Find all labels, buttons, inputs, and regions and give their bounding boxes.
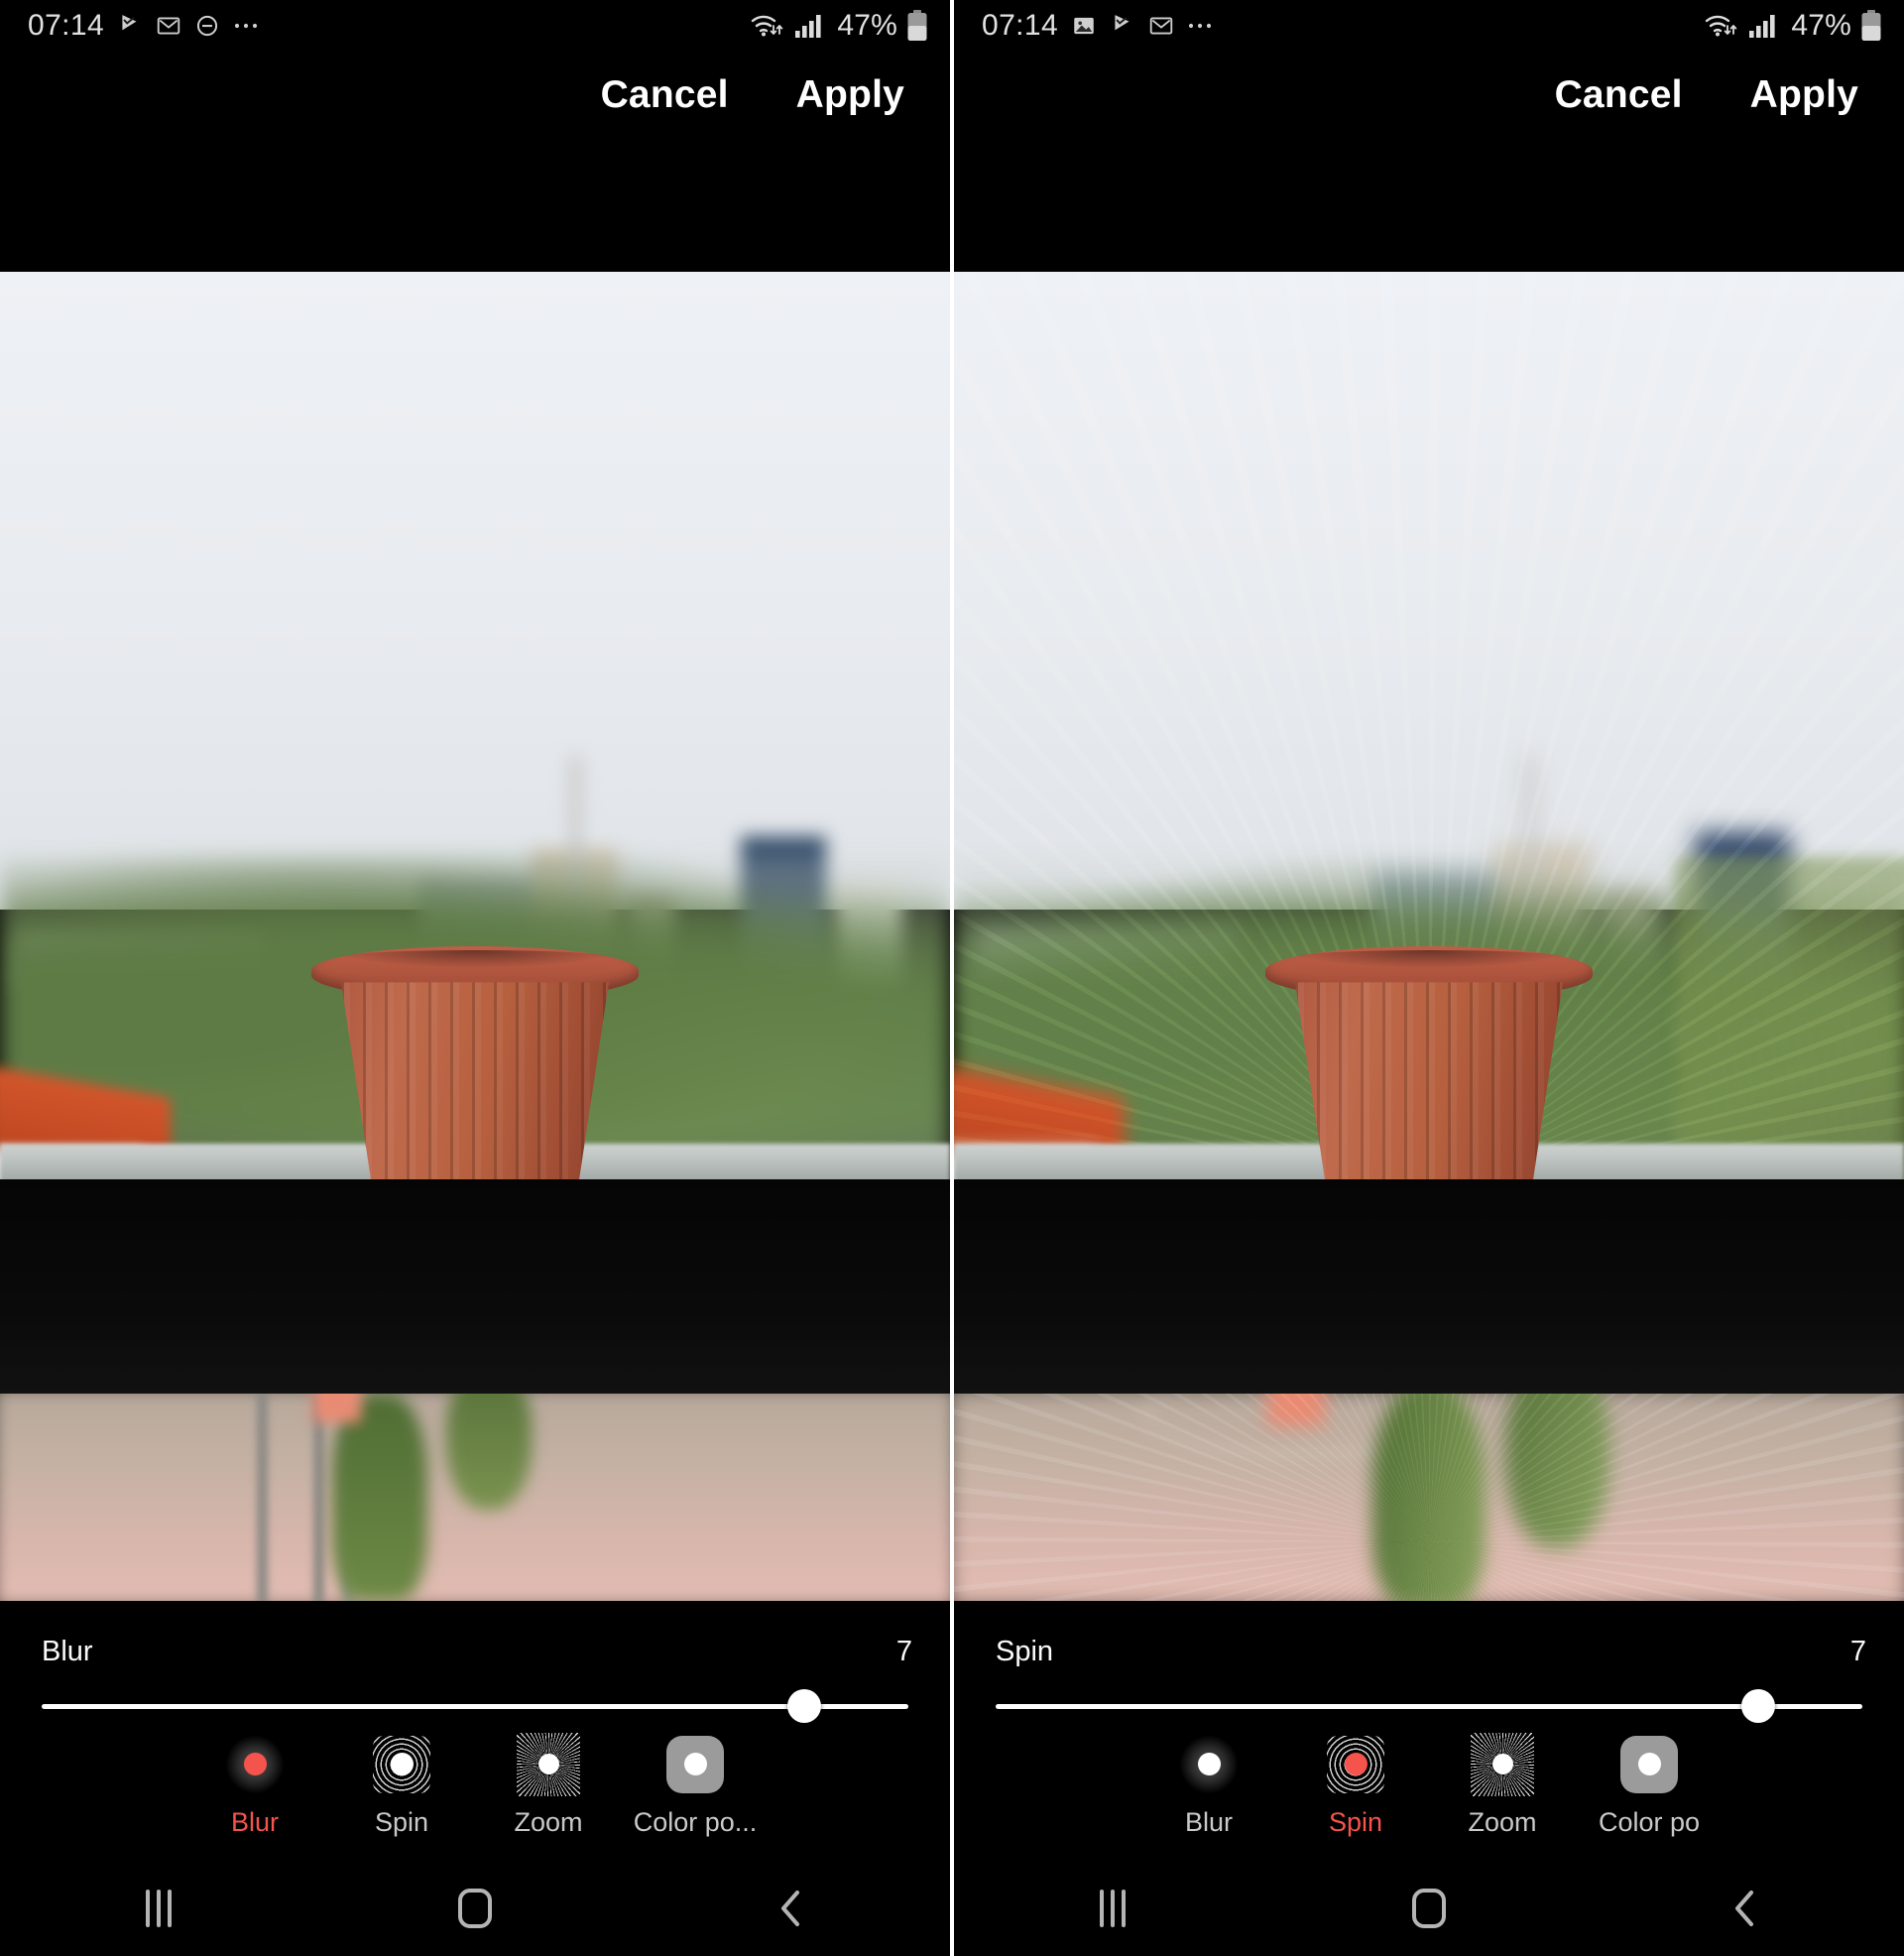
home-icon[interactable] — [316, 1861, 633, 1956]
photo-pot-body — [341, 982, 609, 1196]
zoom-icon — [1471, 1732, 1534, 1796]
photo-dark-rail — [954, 1179, 1904, 1396]
battery-icon — [1860, 10, 1882, 42]
tool-zoom-label: Zoom — [1468, 1806, 1537, 1837]
tool-spin[interactable]: Spin — [1282, 1735, 1429, 1838]
slider-value: 7 — [895, 1636, 912, 1667]
color-point-icon — [1620, 1735, 1678, 1793]
image-saved-icon — [1071, 13, 1097, 39]
tool-zoom[interactable]: Zoom — [475, 1732, 622, 1838]
effect-tool-strip: Blur Spin Zoom Color po... — [0, 1712, 950, 1861]
apply-button[interactable]: Apply — [792, 67, 908, 123]
tool-zoom[interactable]: Zoom — [1429, 1732, 1576, 1838]
blur-icon — [226, 1735, 284, 1793]
system-nav-bar — [954, 1861, 1904, 1956]
photo-flowerpot — [311, 946, 639, 1196]
phone-screen-left: 07:14 47% Cancel Apply Blur 7 Blur Spin … — [0, 0, 950, 1956]
slider-label: Blur — [42, 1636, 93, 1667]
slider-label: Spin — [996, 1636, 1054, 1667]
blur-icon — [1180, 1735, 1238, 1793]
home-icon[interactable] — [1270, 1861, 1587, 1956]
flag-check-icon — [117, 13, 143, 39]
wifi-transfer-icon — [1704, 11, 1739, 41]
status-bar-left: 07:14 — [982, 9, 1217, 43]
cancel-button[interactable]: Cancel — [597, 67, 733, 123]
tool-blur[interactable]: Blur — [181, 1735, 328, 1838]
status-bar: 07:14 47% — [954, 0, 1904, 52]
photo-canvas — [0, 272, 950, 1601]
status-bar-right: 47% — [750, 9, 928, 43]
tool-blur[interactable]: Blur — [1135, 1735, 1282, 1838]
cellular-signal-icon — [794, 13, 824, 39]
spin-icon — [1327, 1735, 1384, 1793]
battery-icon — [906, 10, 928, 42]
status-bar-right: 47% — [1704, 9, 1882, 43]
apply-button[interactable]: Apply — [1746, 67, 1862, 123]
status-clock: 07:14 — [982, 9, 1059, 42]
photo-dark-rail — [0, 1179, 950, 1396]
photo-preview[interactable] — [0, 272, 950, 1601]
slider-track-wrap[interactable] — [996, 1689, 1862, 1723]
battery-percent-label: 47% — [1791, 9, 1851, 42]
zoom-icon — [517, 1732, 580, 1796]
photo-pot-body — [1295, 982, 1563, 1196]
effect-slider[interactable]: Blur 7 — [0, 1636, 950, 1723]
photo-lower-ground — [0, 1393, 950, 1601]
tool-spin-label: Spin — [374, 1806, 429, 1837]
editor-action-bar: Cancel Apply — [954, 52, 1904, 139]
cellular-signal-icon — [1748, 13, 1778, 39]
slider-track[interactable] — [996, 1704, 1862, 1709]
gmail-icon — [1148, 13, 1174, 39]
tool-zoom-label: Zoom — [514, 1806, 583, 1837]
do-not-disturb-icon — [194, 13, 220, 39]
recents-icon[interactable] — [0, 1861, 316, 1956]
more-notifications-icon — [1187, 21, 1217, 31]
flag-check-icon — [1110, 13, 1135, 39]
photo-preview[interactable] — [954, 272, 1904, 1601]
phone-screen-right: 07:14 47% Cancel Apply Spin 7 Blur Spin … — [954, 0, 1904, 1956]
effect-tool-strip: Blur Spin Zoom Color po — [954, 1712, 1904, 1861]
slider-track-wrap[interactable] — [42, 1689, 908, 1723]
tool-color-point[interactable]: Color po... — [622, 1735, 769, 1838]
slider-header: Spin 7 — [954, 1636, 1904, 1668]
system-nav-bar — [0, 1861, 950, 1956]
back-icon[interactable] — [634, 1861, 950, 1956]
photo-lower-ground — [954, 1393, 1904, 1601]
editor-action-bar: Cancel Apply — [0, 52, 950, 139]
tool-blur-label: Blur — [230, 1806, 279, 1837]
tool-color-point-label: Color po... — [633, 1806, 758, 1837]
tool-color-point[interactable]: Color po — [1576, 1735, 1723, 1838]
color-point-icon — [666, 1735, 724, 1793]
more-notifications-icon — [233, 21, 263, 31]
slider-value: 7 — [1849, 1636, 1866, 1667]
back-icon[interactable] — [1588, 1861, 1904, 1956]
battery-percent-label: 47% — [837, 9, 897, 42]
photo-canvas — [954, 272, 1904, 1601]
spin-icon — [373, 1735, 430, 1793]
tool-spin[interactable]: Spin — [328, 1735, 475, 1838]
tool-color-point-label: Color po — [1598, 1806, 1701, 1837]
status-bar: 07:14 47% — [0, 0, 950, 52]
slider-header: Blur 7 — [0, 1636, 950, 1668]
recents-icon[interactable] — [954, 1861, 1270, 1956]
slider-track[interactable] — [42, 1704, 908, 1709]
status-bar-left: 07:14 — [28, 9, 263, 43]
wifi-transfer-icon — [750, 11, 785, 41]
tool-spin-label: Spin — [1328, 1806, 1383, 1837]
photo-flowerpot — [1265, 946, 1593, 1196]
gmail-icon — [156, 13, 181, 39]
tool-blur-label: Blur — [1184, 1806, 1233, 1837]
cancel-button[interactable]: Cancel — [1551, 67, 1687, 123]
side-by-side-screenshots: 07:14 47% Cancel Apply Blur 7 Blur Spin … — [0, 0, 1904, 1956]
effect-slider[interactable]: Spin 7 — [954, 1636, 1904, 1723]
status-clock: 07:14 — [28, 9, 105, 42]
